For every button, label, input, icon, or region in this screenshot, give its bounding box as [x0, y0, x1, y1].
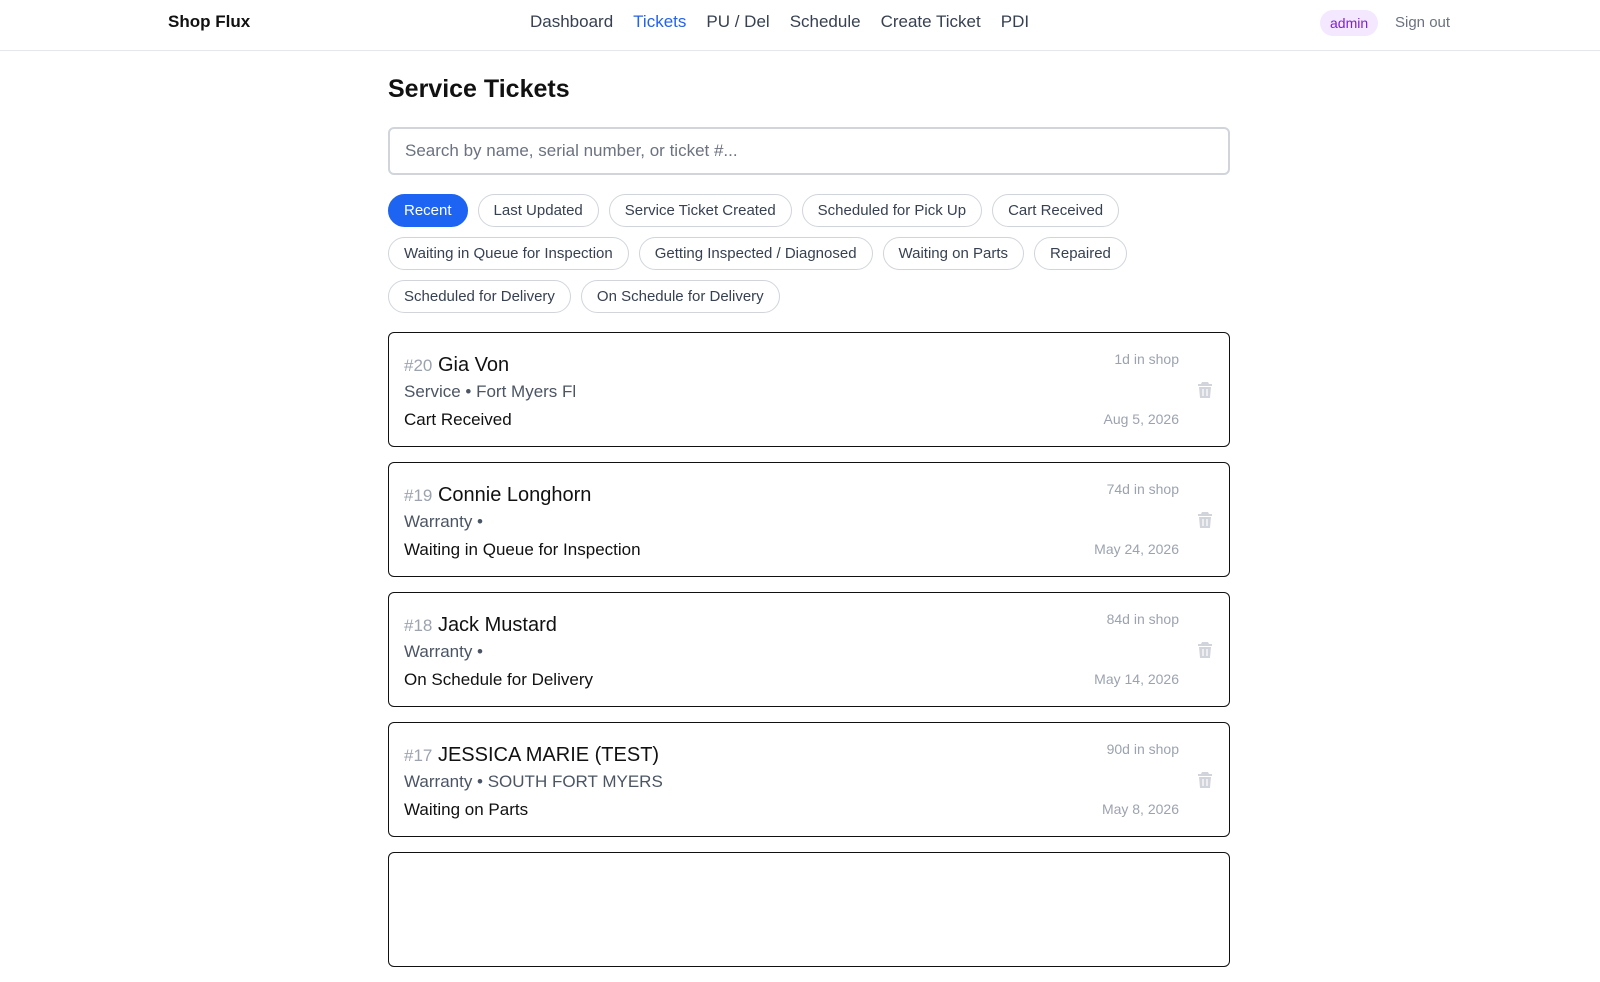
ticket-number: #19 [404, 486, 433, 505]
filter-last-updated[interactable]: Last Updated [477, 194, 599, 227]
ticket-number: #18 [404, 616, 433, 635]
page-title: Service Tickets [388, 75, 570, 103]
ticket-date: May 8, 2026 [1101, 801, 1179, 817]
status-filter-group: Recent Last Updated Service Ticket Creat… [388, 194, 1230, 313]
days-in-shop: 90d in shop [1106, 741, 1179, 757]
filter-cart-received[interactable]: Cart Received [992, 194, 1120, 227]
nav-schedule[interactable]: Schedule [790, 11, 861, 33]
nav-tickets[interactable]: Tickets [633, 11, 686, 33]
main-nav: Dashboard Tickets PU / Del Schedule Crea… [530, 11, 1029, 33]
ticket-card[interactable]: #19 Connie Longhorn Warranty • Waiting i… [388, 462, 1230, 577]
nav-create-ticket[interactable]: Create Ticket [881, 11, 981, 33]
app-brand[interactable]: Shop Flux [168, 12, 250, 32]
ticket-status: Cart Received [404, 410, 512, 429]
days-in-shop: 74d in shop [1106, 481, 1179, 497]
ticket-status: Waiting on Parts [404, 800, 529, 819]
trash-icon[interactable] [1197, 381, 1213, 399]
search-input[interactable] [388, 127, 1230, 175]
top-nav-bar: Shop Flux Dashboard Tickets PU / Del Sch… [0, 0, 1600, 51]
ticket-date: May 24, 2026 [1094, 541, 1179, 557]
filter-waiting-on-parts[interactable]: Waiting on Parts [882, 237, 1025, 270]
filter-service-ticket-created[interactable]: Service Ticket Created [608, 194, 792, 227]
customer-name: Gia Von [437, 354, 510, 376]
ticket-date: May 14, 2026 [1094, 671, 1179, 687]
customer-name: JESSICA MARIE (TEST) [437, 744, 660, 766]
ticket-date: Aug 5, 2026 [1103, 411, 1179, 427]
ticket-status: Waiting in Queue for Inspection [404, 540, 641, 559]
ticket-card[interactable]: #20 Gia Von Service • Fort Myers Fl Cart… [388, 332, 1230, 447]
ticket-card[interactable] [388, 852, 1230, 967]
ticket-heading: #17 JESSICA MARIE (TEST) [404, 743, 659, 768]
nav-pdi[interactable]: PDI [1001, 11, 1029, 33]
filter-recent[interactable]: Recent [388, 194, 468, 227]
customer-name: Jack Mustard [437, 614, 557, 636]
ticket-type-location: Warranty • [404, 512, 483, 531]
filter-repaired[interactable]: Repaired [1034, 237, 1127, 270]
ticket-heading: #19 Connie Longhorn [404, 483, 591, 508]
customer-name: Connie Longhorn [437, 484, 592, 506]
ticket-heading: #18 Jack Mustard [404, 613, 557, 638]
ticket-card[interactable]: #18 Jack Mustard Warranty • On Schedule … [388, 592, 1230, 707]
role-badge: admin [1320, 10, 1379, 36]
trash-icon[interactable] [1197, 511, 1213, 529]
trash-icon[interactable] [1197, 641, 1213, 659]
ticket-status: On Schedule for Delivery [404, 670, 593, 689]
ticket-number: #20 [404, 356, 433, 375]
ticket-heading: #20 Gia Von [404, 353, 509, 378]
ticket-card[interactable]: #17 JESSICA MARIE (TEST) Warranty • SOUT… [388, 722, 1230, 837]
filter-on-schedule-for-delivery[interactable]: On Schedule for Delivery [580, 280, 780, 313]
days-in-shop: 1d in shop [1114, 351, 1179, 367]
days-in-shop: 84d in shop [1106, 611, 1179, 627]
filter-getting-inspected[interactable]: Getting Inspected / Diagnosed [638, 237, 873, 270]
ticket-type-location: Warranty • SOUTH FORT MYERS [404, 772, 663, 791]
filter-scheduled-for-delivery[interactable]: Scheduled for Delivery [388, 280, 571, 313]
ticket-number: #17 [404, 746, 433, 765]
nav-pu-del[interactable]: PU / Del [706, 11, 769, 33]
sign-out-link[interactable]: Sign out [1395, 13, 1450, 33]
filter-waiting-in-queue[interactable]: Waiting in Queue for Inspection [388, 237, 629, 270]
trash-icon[interactable] [1197, 771, 1213, 789]
nav-dashboard[interactable]: Dashboard [530, 11, 613, 33]
ticket-type-location: Warranty • [404, 642, 483, 661]
ticket-type-location: Service • Fort Myers Fl [404, 382, 577, 401]
filter-scheduled-for-pick-up[interactable]: Scheduled for Pick Up [801, 194, 983, 227]
ticket-list: #20 Gia Von Service • Fort Myers Fl Cart… [388, 332, 1230, 982]
